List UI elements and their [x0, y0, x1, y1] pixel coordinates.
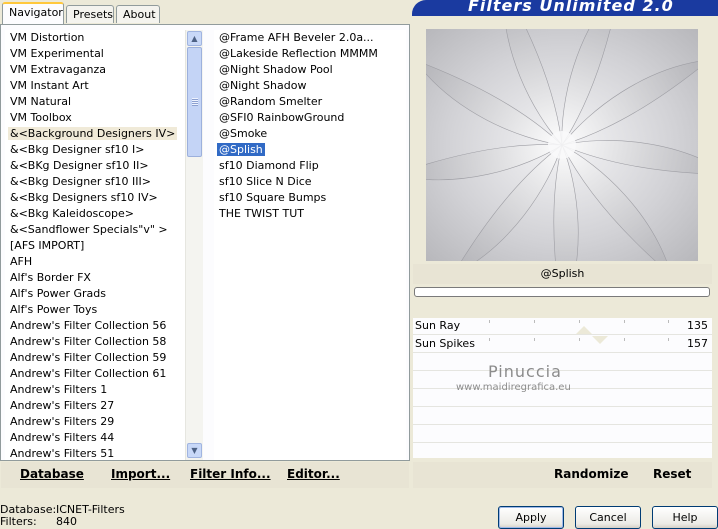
category-item[interactable]: Andrew's Filters 51	[5, 446, 185, 460]
category-item[interactable]: &<Bkg Designer sf10 I>	[5, 142, 185, 158]
status-filters-label: Filters:	[0, 515, 37, 528]
param-label: Sun Spikes	[415, 337, 475, 350]
category-item[interactable]: VM Experimental	[5, 46, 185, 62]
filter-item[interactable]: sf10 Square Bumps	[214, 190, 406, 206]
preview-image	[426, 29, 698, 261]
category-list[interactable]: VM Distortion VM Experimental VM Extravaga…	[5, 30, 185, 460]
category-item[interactable]: VM Natural	[5, 94, 185, 110]
param-row-sun-ray[interactable]: Sun Ray 135	[413, 318, 712, 335]
filter-item[interactable]: @SFI0 RainbowGround	[214, 110, 406, 126]
category-item[interactable]: VM Distortion	[5, 30, 185, 46]
category-item[interactable]: &<Background Designers IV>	[5, 126, 185, 142]
param-row-sun-spikes[interactable]: Sun Spikes 157	[413, 336, 712, 353]
slider-thumb-icon[interactable]	[576, 326, 593, 334]
category-item[interactable]: Andrew's Filters 1	[5, 382, 185, 398]
category-item[interactable]: Andrew's Filters 27	[5, 398, 185, 414]
category-item[interactable]: Andrew's Filter Collection 58	[5, 334, 185, 350]
filter-item[interactable]: @Frame AFH Beveler 2.0a...	[214, 30, 406, 46]
filter-item[interactable]: @Night Shadow Pool	[214, 62, 406, 78]
category-item[interactable]: Andrew's Filter Collection 56	[5, 318, 185, 334]
param-value: 157	[687, 337, 708, 350]
cancel-button[interactable]: Cancel	[575, 506, 641, 529]
preview-filter-name: @Splish	[413, 264, 712, 284]
scroll-down-icon[interactable]: ▼	[187, 443, 202, 458]
reset-button[interactable]: Reset	[653, 467, 691, 481]
randomize-button[interactable]: Randomize	[554, 467, 628, 481]
filter-item[interactable]: THE TWIST TUT	[214, 206, 406, 222]
editor-button[interactable]: Editor...	[287, 467, 340, 481]
category-item[interactable]: VM Extravaganza	[5, 62, 185, 78]
category-item[interactable]: VM Instant Art	[5, 78, 185, 94]
watermark-name: Pinuccia	[488, 362, 562, 381]
category-item[interactable]: Andrew's Filter Collection 59	[5, 350, 185, 366]
param-label: Sun Ray	[415, 319, 461, 332]
filter-list[interactable]: @Frame AFH Beveler 2.0a... @Lakeside Refl…	[214, 30, 406, 460]
title-banner: Filters Unlimited 2.0	[412, 0, 718, 16]
category-scrollbar[interactable]: ▲ ▼	[185, 30, 203, 460]
param-row-empty	[413, 354, 712, 371]
param-value: 135	[687, 319, 708, 332]
import-button[interactable]: Import...	[111, 467, 170, 481]
filter-item[interactable]: @Splish	[214, 142, 406, 158]
category-item[interactable]: Andrew's Filters 44	[5, 430, 185, 446]
filter-item[interactable]: @Night Shadow	[214, 78, 406, 94]
navigator-panel: VM Distortion VM Experimental VM Extravaga…	[0, 24, 410, 461]
parameter-toolbar: Randomize Reset	[413, 462, 712, 488]
param-slider-sun-ray[interactable]	[489, 318, 669, 334]
category-item[interactable]: [AFS IMPORT]	[5, 238, 185, 254]
progress-bar	[414, 287, 710, 297]
help-button[interactable]: Help	[652, 506, 718, 529]
filter-info-button[interactable]: Filter Info...	[190, 467, 271, 481]
param-slider-sun-spikes[interactable]	[489, 336, 669, 352]
filter-item[interactable]: sf10 Diamond Flip	[214, 158, 406, 174]
category-item[interactable]: Alf's Power Grads	[5, 286, 185, 302]
tab-presets[interactable]: Presets	[66, 5, 114, 23]
category-item[interactable]: Alf's Border FX	[5, 270, 185, 286]
navigator-toolbar: Database Import... Filter Info... Editor…	[1, 462, 409, 488]
category-item[interactable]: Alf's Power Toys	[5, 302, 185, 318]
database-button[interactable]: Database	[20, 467, 84, 481]
status-info: Database:ICNET-Filters Filters: 840	[0, 504, 125, 528]
filter-item[interactable]: sf10 Slice N Dice	[214, 174, 406, 190]
category-item[interactable]: Andrew's Filter Collection 61	[5, 366, 185, 382]
category-item[interactable]: &<Sandflower Specials"v" >	[5, 222, 185, 238]
param-row-empty	[413, 426, 712, 443]
apply-button[interactable]: Apply	[498, 506, 564, 529]
filter-item[interactable]: @Random Smelter	[214, 94, 406, 110]
scroll-up-icon[interactable]: ▲	[187, 31, 202, 46]
tab-bar: Navigator Presets About	[0, 0, 420, 24]
tab-navigator[interactable]: Navigator	[2, 2, 64, 24]
category-item[interactable]: Andrew's Filters 29	[5, 414, 185, 430]
category-item[interactable]: VM Toolbox	[5, 110, 185, 126]
slider-thumb-icon[interactable]	[591, 336, 608, 344]
category-item[interactable]: &<Bkg Designer sf10 III>	[5, 174, 185, 190]
status-filters-value: 840	[56, 515, 77, 528]
category-item[interactable]: &<Bkg Designers sf10 IV>	[5, 190, 185, 206]
category-item[interactable]: &<Bkg Kaleidoscope>	[5, 206, 185, 222]
filter-item[interactable]: @Lakeside Reflection MMMM	[214, 46, 406, 62]
scroll-thumb[interactable]	[187, 47, 202, 157]
filter-item[interactable]: @Smoke	[214, 126, 406, 142]
param-row-empty	[413, 408, 712, 425]
tab-about[interactable]: About	[116, 5, 160, 23]
banner-title: Filters Unlimited 2.0	[468, 0, 674, 15]
category-item[interactable]: &<BKg Designer sf10 II>	[5, 158, 185, 174]
watermark-site: www.maidiregrafica.eu	[456, 382, 571, 393]
category-item[interactable]: AFH	[5, 254, 185, 270]
